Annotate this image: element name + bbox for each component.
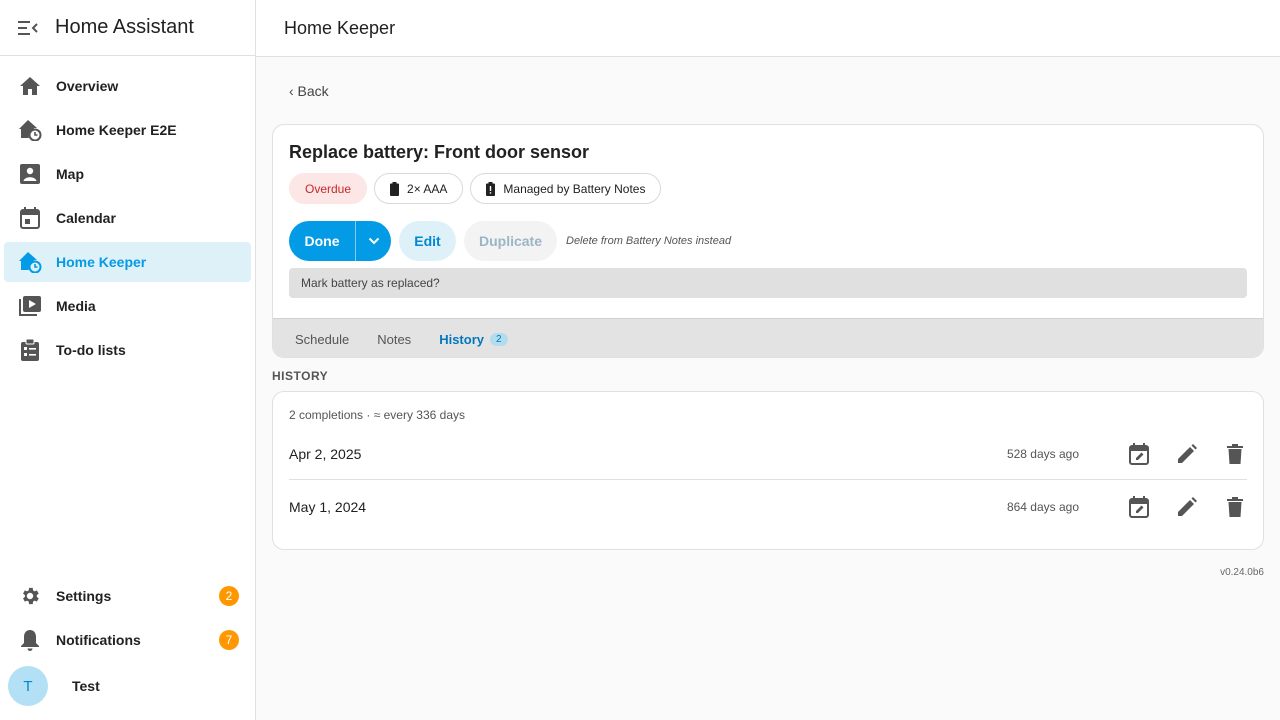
calendar-icon — [18, 206, 42, 230]
delete-note: Delete from Battery Notes instead — [566, 235, 732, 247]
media-icon — [18, 294, 42, 318]
history-section-label: HISTORY — [272, 369, 329, 383]
sidebar-item-notifications[interactable]: Notifications 7 — [4, 620, 251, 660]
pencil-icon[interactable] — [1175, 442, 1199, 466]
sidebar-item-label: Home Keeper — [56, 254, 147, 270]
trash-icon[interactable] — [1223, 495, 1247, 519]
history-date: Apr 2, 2025 — [289, 445, 362, 462]
battery-icon — [390, 181, 400, 196]
sidebar-item-home-keeper-e2e[interactable]: Home Keeper E2E — [4, 110, 251, 150]
table-row: May 1, 2024 864 days ago — [289, 481, 1247, 533]
calendar-edit-icon[interactable] — [1127, 442, 1151, 466]
chevron-down-icon — [368, 237, 379, 245]
calendar-edit-icon[interactable] — [1127, 495, 1151, 519]
history-ago: 864 days ago — [1006, 500, 1079, 514]
managed-by-label: Managed by Battery Notes — [503, 181, 646, 196]
battery-type-label: 2× AAA — [407, 181, 448, 196]
edit-button[interactable]: Edit — [399, 221, 456, 261]
trash-icon[interactable] — [1223, 442, 1247, 466]
done-button[interactable]: Done — [289, 221, 355, 261]
menu-collapse-icon[interactable] — [17, 17, 39, 39]
battery-alert-icon — [486, 181, 496, 196]
sidebar-item-label: Notifications — [56, 632, 141, 648]
app-title: Home Assistant — [55, 16, 194, 38]
tab-schedule[interactable]: Schedule — [281, 319, 363, 357]
sidebar-item-overview[interactable]: Overview — [4, 66, 251, 106]
home-clock-icon — [18, 118, 42, 142]
history-card: 2 completions · ≈ every 336 days Apr 2, … — [272, 391, 1264, 550]
sidebar-header: Home Assistant — [0, 0, 255, 56]
page-title: Home Keeper — [284, 17, 396, 38]
battery-type-chip: 2× AAA — [374, 173, 464, 204]
tab-label: History — [439, 331, 484, 347]
task-tabs: Schedule Notes History 2 — [273, 318, 1263, 357]
settings-badge: 2 — [219, 586, 239, 606]
sidebar-item-map[interactable]: Map — [4, 154, 251, 194]
home-icon — [18, 74, 42, 98]
tab-label: Schedule — [295, 331, 350, 347]
user-name: Test — [72, 678, 100, 694]
history-count-badge: 2 — [489, 332, 508, 346]
done-split-button: Done — [289, 221, 391, 261]
clipboard-list-icon — [18, 338, 42, 362]
table-row: Apr 2, 2025 528 days ago — [289, 428, 1247, 480]
managed-by-chip: Managed by Battery Notes — [470, 173, 662, 204]
version-label: v0.24.0b6 — [1220, 567, 1264, 578]
sidebar-item-label: Home Keeper E2E — [56, 122, 177, 138]
history-summary: 2 completions · ≈ every 336 days — [289, 408, 466, 422]
sidebar-item-home-keeper[interactable]: Home Keeper — [4, 242, 251, 282]
home-clock-icon — [18, 250, 42, 274]
sidebar-item-media[interactable]: Media — [4, 286, 251, 326]
status-badge: Overdue — [289, 173, 368, 204]
task-chips: Overdue 2× AAA Managed by Battery Notes — [289, 173, 662, 204]
avatar: T — [8, 666, 48, 706]
sidebar-item-calendar[interactable]: Calendar — [4, 198, 251, 238]
sidebar-item-label: Settings — [56, 588, 112, 604]
gear-icon — [18, 584, 42, 608]
notifications-badge: 7 — [219, 630, 239, 650]
sidebar: Home Assistant Overview Home Keeper E2E … — [0, 0, 256, 720]
sidebar-bottom: Settings 2 Notifications 7 T Test — [0, 572, 255, 720]
duplicate-button: Duplicate — [464, 221, 557, 261]
sidebar-item-label: Map — [56, 166, 84, 182]
account-box-icon — [18, 162, 42, 186]
top-bar: Home Keeper — [256, 0, 1280, 57]
pencil-icon[interactable] — [1175, 495, 1199, 519]
user-profile[interactable]: T Test — [0, 664, 255, 708]
history-ago: 528 days ago — [1006, 446, 1079, 461]
bell-icon — [18, 628, 42, 652]
task-title: Replace battery: Front door sensor — [289, 142, 590, 162]
task-actions: Done Edit Duplicate Delete from Battery … — [289, 221, 731, 261]
done-menu-button[interactable] — [355, 221, 391, 261]
back-link[interactable]: ‹ Back — [289, 83, 329, 99]
sidebar-item-label: Overview — [56, 78, 119, 94]
main-content: ‹ Back Replace battery: Front door senso… — [256, 57, 1280, 720]
sidebar-item-settings[interactable]: Settings 2 — [4, 576, 251, 616]
sidebar-item-label: Media — [56, 298, 96, 314]
mark-replaced-prompt[interactable]: Mark battery as replaced? — [289, 268, 1247, 298]
task-card: Replace battery: Front door sensor Overd… — [272, 124, 1264, 358]
tab-notes[interactable]: Notes — [363, 319, 425, 357]
sidebar-item-label: Calendar — [56, 210, 116, 226]
sidebar-nav: Overview Home Keeper E2E Map Calendar Ho… — [0, 56, 255, 370]
tab-label: Notes — [377, 331, 412, 347]
sidebar-item-label: To-do lists — [56, 342, 126, 358]
history-date: May 1, 2024 — [289, 499, 367, 515]
sidebar-item-todo-lists[interactable]: To-do lists — [4, 330, 251, 370]
tab-history[interactable]: History 2 — [425, 319, 521, 357]
